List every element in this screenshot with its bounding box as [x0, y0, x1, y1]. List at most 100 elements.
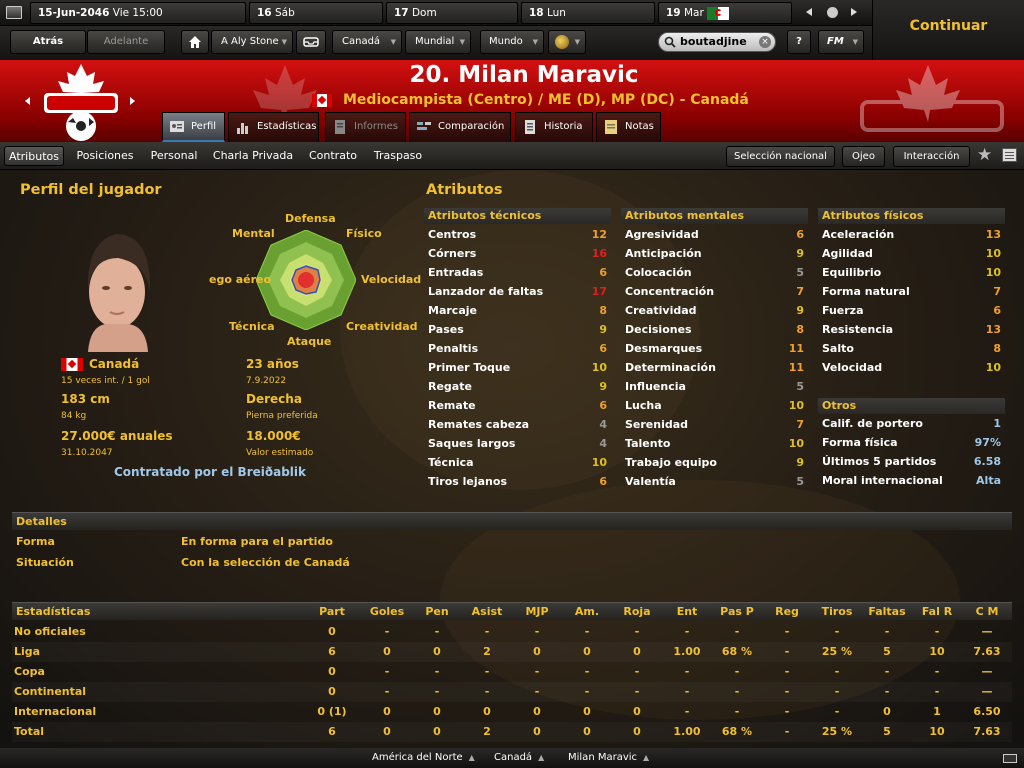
- subnav-atributos[interactable]: Atributos: [4, 146, 64, 166]
- profile-heading: Perfil del jugador: [20, 182, 162, 198]
- search-field[interactable]: boutadjine ×: [658, 32, 776, 52]
- attribute-value: 6: [599, 399, 607, 412]
- breadcrumb-label: América del Norte: [372, 752, 463, 763]
- stats-column-header[interactable]: Roja: [616, 605, 658, 618]
- stats-cell: 1: [933, 705, 941, 718]
- tab-historia[interactable]: Historia: [515, 112, 593, 142]
- screen-toggle-icon[interactable]: [1003, 754, 1017, 763]
- world-dropdown[interactable]: Mundo ▼: [480, 30, 544, 54]
- clear-search-icon[interactable]: ×: [759, 36, 771, 48]
- attribute-name: Colocación: [625, 266, 692, 279]
- attribute-value: 6: [796, 228, 804, 241]
- current-date[interactable]: 15-Jun-2046 Vie 15:00: [30, 2, 246, 24]
- history-icon: [525, 120, 535, 134]
- national-selection-button[interactable]: Selección nacional: [726, 146, 835, 167]
- stats-cell: -: [634, 625, 640, 638]
- stats-cell: -: [884, 665, 890, 678]
- notes-icon: [605, 120, 617, 134]
- crest-right-arrow-icon[interactable]: [130, 97, 135, 105]
- today-dot-icon[interactable]: [827, 7, 838, 18]
- stats-cell: -: [884, 625, 890, 638]
- current-time: Vie 15:00: [112, 7, 163, 19]
- day-number: 18: [529, 7, 544, 19]
- stats-column-header[interactable]: Goles: [366, 605, 408, 618]
- continue-label: Continuar: [909, 18, 988, 34]
- subnav-charla-privada[interactable]: Charla Privada: [210, 146, 296, 166]
- stats-cell: 5: [883, 725, 891, 738]
- globe-dropdown[interactable]: ▼: [548, 30, 586, 54]
- tab-informes[interactable]: Informes: [325, 112, 406, 142]
- nation-dropdown[interactable]: Canadá ▼: [332, 30, 402, 54]
- fm-menu-button[interactable]: FM ▼: [818, 30, 864, 54]
- stats-cell: -: [784, 645, 790, 658]
- attribute-value: 16: [591, 247, 607, 260]
- stats-cell: -: [684, 685, 690, 698]
- attribute-name: Aceleración: [822, 228, 895, 241]
- next-day-arrow-icon[interactable]: [851, 8, 857, 16]
- stats-column-header[interactable]: Faltas: [866, 605, 908, 618]
- forward-button[interactable]: Adelante: [87, 30, 165, 54]
- help-button[interactable]: ?: [787, 30, 811, 54]
- tab-notas[interactable]: Notas: [596, 112, 661, 142]
- stats-cell: 0: [583, 705, 591, 718]
- manager-dropdown[interactable]: A Aly Stone ▼: [211, 30, 293, 54]
- breadcrumb-nation[interactable]: Canadá ▲: [494, 750, 544, 766]
- calendar-icon[interactable]: [6, 6, 22, 19]
- subnav-contrato[interactable]: Contrato: [304, 146, 362, 166]
- stats-header-bar: [12, 602, 1012, 620]
- breadcrumb-player[interactable]: Milan Maravic ▲: [568, 750, 649, 766]
- inbox-button[interactable]: [296, 30, 326, 54]
- prev-day-arrow-icon[interactable]: [806, 8, 812, 16]
- scout-button[interactable]: Ojeo: [842, 146, 885, 167]
- stats-column-header[interactable]: Pen: [416, 605, 458, 618]
- stats-column-header[interactable]: Ent: [666, 605, 708, 618]
- day-cell-4[interactable]: 19 Mar: [658, 2, 792, 24]
- favorite-star-icon[interactable]: ★: [977, 145, 992, 165]
- player-contract-end: 31.10.2047: [61, 448, 113, 458]
- stats-column-header[interactable]: Fal R: [916, 605, 958, 618]
- subnav-posiciones[interactable]: Posiciones: [72, 146, 138, 166]
- attribute-value: 97%: [974, 436, 1001, 449]
- stats-cell: —: [981, 685, 993, 698]
- stats-column-header[interactable]: Tiros: [816, 605, 858, 618]
- subnav-traspaso[interactable]: Traspaso: [370, 146, 426, 166]
- chevron-down-icon: ▼: [532, 38, 538, 46]
- tab-comparacion[interactable]: Comparación: [409, 112, 511, 142]
- notepad-icon[interactable]: [1002, 148, 1017, 162]
- crest-left-arrow-icon[interactable]: [25, 97, 30, 105]
- stats-cell: 10: [929, 645, 945, 658]
- back-button[interactable]: Atrás: [10, 30, 86, 54]
- world-cup-dropdown[interactable]: Mundial ▼: [405, 30, 471, 54]
- other-attributes-header: Otros: [818, 398, 1005, 414]
- stats-column-header[interactable]: MJP: [516, 605, 558, 618]
- tab-perfil[interactable]: Perfil: [162, 112, 225, 142]
- stats-heading: Estadísticas: [16, 605, 91, 618]
- home-button[interactable]: [181, 30, 209, 54]
- globe-icon: [555, 35, 569, 49]
- stats-column-header[interactable]: C M: [966, 605, 1008, 618]
- day-cell-3[interactable]: 18 Lun: [521, 2, 655, 24]
- breadcrumb-region[interactable]: América del Norte ▲: [372, 750, 475, 766]
- attribute-name: Talento: [625, 437, 671, 450]
- attribute-name: Fuerza: [822, 304, 864, 317]
- continue-button[interactable]: Continuar: [872, 0, 1024, 60]
- algeria-flag-icon: [707, 7, 729, 20]
- subnav-personal[interactable]: Personal: [146, 146, 202, 166]
- stats-column-header[interactable]: Pas P: [716, 605, 758, 618]
- attribute-row: Equilibrio 10: [818, 263, 1005, 282]
- stats-column-header[interactable]: Part: [311, 605, 353, 618]
- tab-estadisticas[interactable]: Estadísticas: [228, 112, 319, 142]
- day-cell-2[interactable]: 17 Dom: [386, 2, 518, 24]
- contracted-by-link[interactable]: Contratado por el Breiðablik: [114, 465, 306, 479]
- search-input[interactable]: boutadjine: [680, 35, 747, 48]
- stats-cell: -: [934, 685, 940, 698]
- stats-column-header[interactable]: Asist: [466, 605, 508, 618]
- day-cell-1[interactable]: 16 Sáb: [249, 2, 383, 24]
- stats-row: Liga 6 0 0 2 0 0 0 1.00 68 % - 25 % 5 10 7.63: [12, 642, 1012, 662]
- stats-column-header[interactable]: Am.: [566, 605, 608, 618]
- stats-cell: 0: [328, 685, 336, 698]
- stats-column-header[interactable]: Reg: [766, 605, 808, 618]
- interaction-button[interactable]: Interacción: [893, 146, 970, 167]
- attribute-value: 11: [788, 361, 804, 374]
- sub-navigation: Atributos Posiciones Personal Charla Pri…: [0, 142, 1024, 170]
